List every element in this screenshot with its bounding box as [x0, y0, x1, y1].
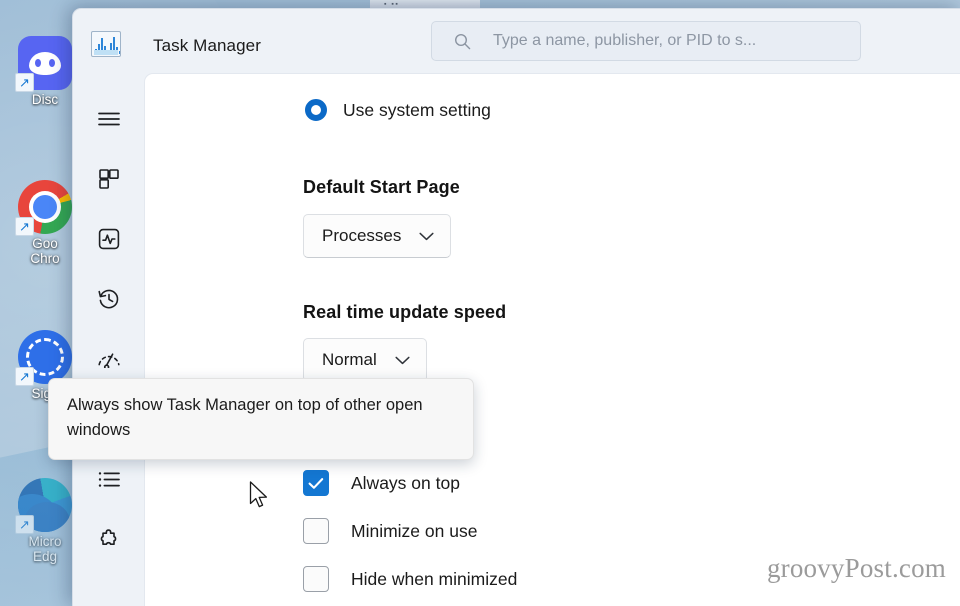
sidebar-item-processes[interactable]	[91, 161, 127, 197]
chevron-down-icon	[419, 232, 434, 241]
checkbox-hide-when-minimized[interactable]: Hide when minimized	[303, 566, 517, 592]
tooltip: Always show Task Manager on top of other…	[48, 378, 474, 460]
radio-indicator	[305, 99, 327, 121]
task-manager-window: Task Manager Type a name, publisher, or …	[72, 8, 960, 606]
signal-icon: ↗	[15, 330, 72, 386]
desktop-icon-label: Disc	[31, 92, 59, 107]
desktop-icon-label-line2: Edg	[32, 549, 58, 564]
desktop-icon-chrome[interactable]: ↗ Goo Chro	[8, 180, 82, 266]
update-speed-dropdown[interactable]: Normal	[303, 338, 427, 382]
shortcut-arrow-icon: ↗	[15, 217, 34, 236]
search-icon	[454, 33, 471, 50]
edge-icon: ↗	[15, 478, 72, 534]
watermark: groovyPost.com	[766, 553, 946, 583]
sidebar-item-details[interactable]	[91, 461, 127, 497]
checkbox-label: Minimize on use	[351, 520, 478, 541]
settings-content-panel: Use system setting Default Start Page Pr…	[144, 73, 960, 606]
discord-icon: ↗	[15, 36, 72, 92]
performance-icon	[98, 228, 120, 250]
navigation-sidebar	[73, 73, 144, 606]
default-start-page-title: Default Start Page	[303, 177, 460, 197]
chrome-icon: ↗	[15, 180, 72, 236]
page-title: Task Manager	[153, 36, 261, 55]
shortcut-arrow-icon: ↗	[15, 73, 34, 92]
services-icon	[98, 528, 121, 552]
checkbox-always-on-top[interactable]: Always on top	[303, 470, 460, 496]
details-icon	[98, 471, 120, 488]
startup-apps-icon	[97, 350, 121, 368]
processes-icon	[98, 168, 120, 190]
checkbox-minimize-on-use[interactable]: Minimize on use	[303, 518, 477, 544]
desktop-icon-label: Micro	[28, 534, 62, 549]
radio-use-system-setting[interactable]: Use system setting	[305, 99, 491, 121]
checkbox-indicator	[303, 566, 329, 592]
search-input[interactable]	[493, 32, 860, 50]
checkbox-indicator	[303, 518, 329, 544]
chevron-down-icon	[395, 356, 410, 365]
sidebar-item-performance[interactable]	[91, 221, 127, 257]
task-manager-icon	[91, 31, 121, 57]
app-history-icon	[98, 288, 120, 310]
sidebar-item-services[interactable]	[91, 522, 127, 558]
desktop-icon-label-line2: Chro	[30, 251, 60, 266]
desktop-icon-label: Goo	[32, 236, 58, 251]
checkbox-indicator	[303, 470, 329, 496]
sidebar-item-menu[interactable]	[91, 101, 127, 137]
update-speed-value: Normal	[322, 350, 377, 369]
default-start-page-value: Processes	[322, 226, 402, 245]
desktop-icon-edge[interactable]: ↗ Micro Edg	[8, 478, 82, 564]
checkbox-label: Hide when minimized	[351, 568, 518, 589]
default-start-page-dropdown[interactable]: Processes	[303, 214, 452, 258]
radio-label: Use system setting	[343, 99, 491, 120]
title-bar: Task Manager	[73, 9, 960, 73]
hamburger-menu-icon	[98, 111, 120, 127]
update-speed-title: Real time update speed	[303, 302, 507, 322]
search-box[interactable]	[431, 21, 861, 61]
desktop-icon-discord[interactable]: ↗ Disc	[8, 36, 82, 107]
sidebar-item-app-history[interactable]	[91, 281, 127, 317]
checkbox-label: Always on top	[351, 472, 460, 493]
sidebar-item-startup-apps[interactable]	[91, 341, 127, 377]
shortcut-arrow-icon: ↗	[15, 515, 34, 534]
shortcut-arrow-icon: ↗	[15, 367, 34, 386]
